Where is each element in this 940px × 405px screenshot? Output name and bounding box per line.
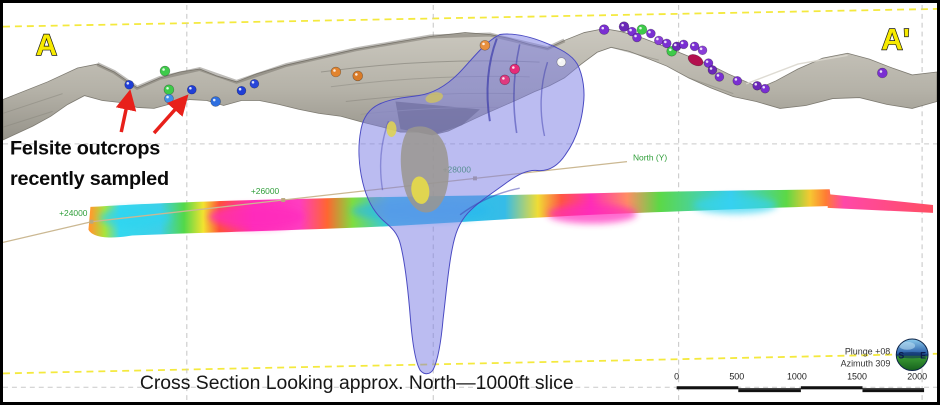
slice-thin-tail (828, 194, 933, 213)
collar-point[interactable] (160, 66, 170, 76)
collar-point-highlight (681, 42, 684, 45)
section-label-a: A (36, 29, 58, 62)
view-orientation: Plunge +08 Azimuth 309 S E (841, 339, 928, 372)
cross-section-viewport: +24000+26000+28000 North (Y) Felsite out… (0, 0, 940, 405)
collar-point-highlight (482, 43, 485, 46)
scalebar-segment (738, 389, 801, 392)
collar-point[interactable] (679, 40, 688, 49)
slice-hotspot (548, 204, 637, 224)
collar-point-highlight (621, 24, 624, 27)
collar-point[interactable] (250, 79, 259, 88)
scalebar-labels: 0 500 1000 1500 2000 (674, 371, 927, 381)
slice-coldspot (99, 208, 171, 228)
collar-point-highlight (162, 68, 165, 71)
collar-point-highlight (669, 49, 672, 52)
annotation-line1: Felsite outcrops (10, 138, 160, 160)
collar-point[interactable] (698, 46, 707, 55)
collar-point-highlight (601, 27, 604, 30)
collar-point-highlight (880, 70, 883, 73)
collar-point[interactable] (331, 67, 341, 77)
collar-point-highlight (664, 41, 667, 44)
collar-point-highlight (213, 99, 216, 102)
collar-point[interactable] (480, 40, 490, 50)
collar-point-highlight (355, 73, 358, 76)
globe-east-letter: E (920, 351, 926, 361)
yellow-lithology-blob (387, 121, 397, 137)
collar-point-highlight (700, 48, 703, 51)
collar-point[interactable] (187, 85, 196, 94)
collar-point-highlight (239, 88, 242, 91)
collar-point[interactable] (646, 29, 655, 38)
scalebar-label: 1000 (787, 371, 807, 381)
scalebar-label: 500 (729, 371, 744, 381)
collar-point-highlight (754, 83, 757, 86)
collar-point-highlight (634, 35, 637, 38)
collar-point-highlight (735, 78, 738, 81)
collar-point-highlight (656, 38, 659, 41)
slice-hotspot (209, 205, 304, 229)
collar-point[interactable] (599, 25, 609, 35)
collar-point-highlight (639, 27, 642, 30)
scalebar-segment (801, 386, 863, 389)
collar-point-highlight (189, 87, 192, 90)
section-label-a-prime: A' (881, 23, 910, 56)
grid-yellow-top (3, 9, 937, 27)
collar-point[interactable] (164, 94, 173, 103)
collar-point[interactable] (164, 85, 174, 95)
collar-point[interactable] (690, 42, 699, 51)
collar-point-highlight (559, 59, 562, 62)
collar-point-highlight (502, 77, 505, 80)
collar-point[interactable] (237, 86, 246, 95)
axis-tick-label: +24000 (59, 208, 88, 218)
collar-point-highlight (166, 87, 169, 90)
axis-tick-label: +26000 (251, 186, 280, 196)
collar-point-highlight (717, 74, 720, 77)
collar-point[interactable] (510, 64, 520, 74)
collar-point[interactable] (632, 33, 641, 42)
collar-point-highlight (648, 31, 651, 34)
caption: Cross Section Looking approx. North—1000… (140, 373, 574, 394)
slice-coldspot (694, 196, 777, 214)
axis-tick (89, 220, 93, 224)
collar-point[interactable] (877, 68, 887, 78)
scalebar-label: 1500 (847, 371, 867, 381)
collar-point[interactable] (733, 76, 742, 85)
collar-point[interactable] (715, 72, 724, 81)
collar-point[interactable] (708, 66, 717, 75)
scalebar-label: 0 (674, 371, 679, 381)
plunge-label: Plunge +08 (845, 347, 890, 357)
globe-south-letter: S (898, 351, 904, 361)
orientation-globe-icon[interactable]: S E (896, 339, 928, 372)
grade-shell-slice (88, 189, 933, 237)
collar-point-highlight (762, 86, 765, 89)
collar-point-highlight (710, 67, 713, 70)
collar-point[interactable] (654, 36, 663, 45)
collar-point[interactable] (125, 80, 134, 89)
collar-point-highlight (166, 96, 169, 99)
collar-point[interactable] (211, 97, 221, 107)
collar-point-highlight (252, 81, 255, 84)
azimuth-label: Azimuth 309 (841, 359, 891, 369)
collar-point[interactable] (500, 75, 510, 85)
scalebar-label: 2000 (907, 371, 927, 381)
collar-point-highlight (629, 29, 632, 32)
collar-point-highlight (692, 44, 695, 47)
collar-point-highlight (706, 60, 709, 63)
collar-point[interactable] (753, 81, 762, 90)
axis-tick (281, 198, 285, 202)
axis-north-label: North (Y) (633, 153, 667, 163)
collar-point-highlight (674, 44, 677, 47)
scalebar-segment (677, 386, 739, 389)
scalebar-segment (862, 389, 924, 392)
annotation-line2: recently sampled (10, 168, 169, 190)
collar-point-highlight (333, 69, 336, 72)
scene-canvas: +24000+26000+28000 North (Y) Felsite out… (3, 3, 937, 402)
collar-point[interactable] (353, 71, 363, 81)
collar-point-highlight (512, 66, 515, 69)
collar-point-highlight (127, 82, 130, 85)
scale-bar: 0 500 1000 1500 2000 (674, 371, 927, 392)
collar-point[interactable] (557, 58, 566, 67)
collar-point[interactable] (761, 84, 770, 93)
